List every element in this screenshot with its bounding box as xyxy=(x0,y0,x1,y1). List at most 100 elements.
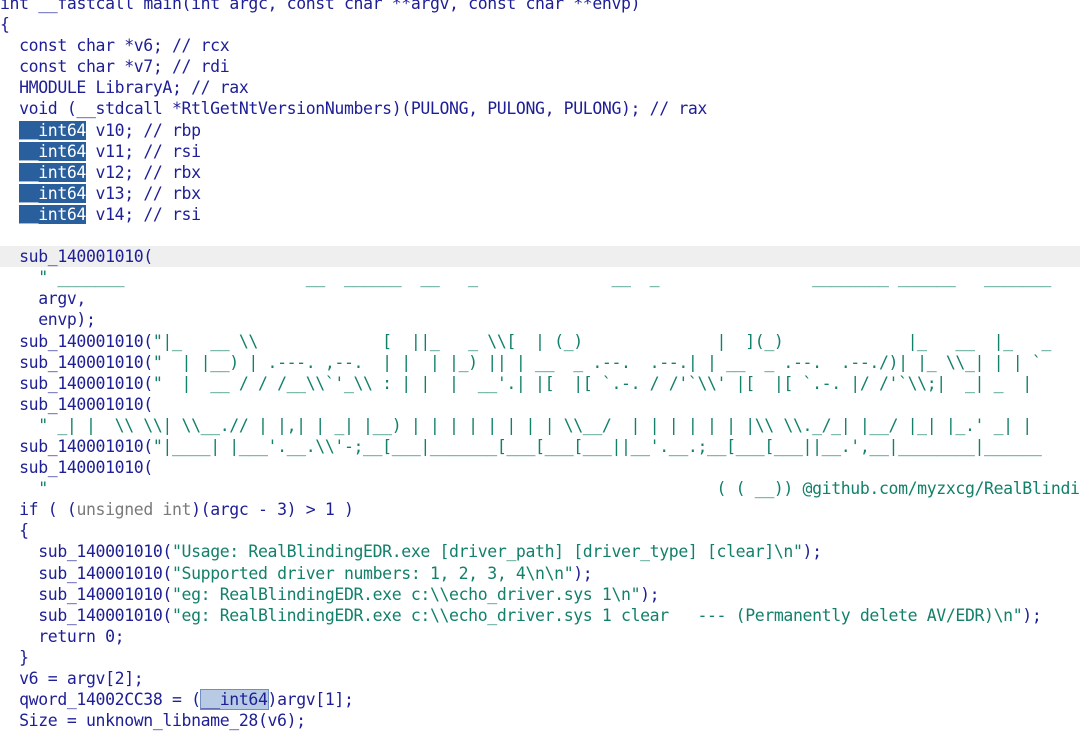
code-line[interactable]: sub_140001010( xyxy=(0,394,1080,415)
code-token[interactable]: { xyxy=(0,521,29,540)
code-token[interactable]: const char *v6; // rcx xyxy=(0,36,230,55)
code-token[interactable] xyxy=(0,142,19,161)
code-line[interactable]: sub_140001010(" | __ / / /__\\`'_\\ : | … xyxy=(0,373,1080,394)
code-token[interactable]: ); xyxy=(803,542,822,561)
code-line[interactable]: __int64 v11; // rsi xyxy=(0,141,1080,162)
code-token[interactable] xyxy=(0,184,19,203)
highlighted-token[interactable]: __int64 xyxy=(19,141,86,161)
code-token[interactable]: sub_140001010( xyxy=(0,332,153,351)
code-line[interactable]: qword_14002CC38 = (__int64)argv[1]; xyxy=(0,689,1080,711)
code-token[interactable]: { xyxy=(0,15,10,34)
code-line[interactable]: sub_140001010( xyxy=(0,246,1080,268)
code-line[interactable]: HMODULE LibraryA; // rax xyxy=(0,77,1080,98)
string-literal[interactable]: " _| | \\ \\| \\__.// | |,| | _| |__) | … xyxy=(0,416,1032,435)
code-token[interactable]: sub_140001010( xyxy=(0,564,172,583)
highlighted-token[interactable]: __int64 xyxy=(19,204,86,224)
highlighted-token[interactable]: __int64 xyxy=(19,120,86,140)
code-line[interactable]: sub_140001010("eg: RealBlindingEDR.exe c… xyxy=(0,584,1080,605)
code-line[interactable]: const char *v6; // rcx xyxy=(0,35,1080,56)
code-token[interactable]: ); xyxy=(573,564,592,583)
highlighted-token[interactable]: __int64 xyxy=(19,183,86,203)
code-token[interactable]: if ( ( xyxy=(0,500,77,519)
string-literal[interactable]: "Supported driver numbers: 1, 2, 3, 4\n\… xyxy=(172,564,574,583)
string-literal[interactable]: " | |__) | .---. ,--. | | | |_) || | __ … xyxy=(153,353,1042,372)
code-editor[interactable]: int __fastcall main(int argc, const char… xyxy=(0,0,1080,737)
code-line[interactable]: sub_140001010("|_ __ \\ [ ||_ _ \\[ | (_… xyxy=(0,331,1080,352)
code-token[interactable]: sub_140001010( xyxy=(0,585,172,604)
code-token[interactable]: v13; // rbx xyxy=(86,184,201,203)
string-literal[interactable]: "|____| |___'.__.\\'-;__[___|_______[___… xyxy=(153,437,1042,456)
code-line[interactable]: { xyxy=(0,14,1080,35)
string-literal[interactable]: "Usage: RealBlindingEDR.exe [driver_path… xyxy=(172,542,803,561)
code-line[interactable]: v6 = argv[2]; xyxy=(0,668,1080,689)
code-token[interactable]: v6 = argv[2]; xyxy=(0,669,144,688)
string-literal[interactable]: "eg: RealBlindingEDR.exe c:\\echo_driver… xyxy=(172,606,1023,625)
code-token[interactable]: int xyxy=(191,0,220,13)
code-token[interactable]: sub_140001010( xyxy=(0,458,153,477)
string-literal[interactable]: " _______ __ ______ __ _ __ _ ________ _… xyxy=(0,268,1051,287)
string-literal[interactable]: "eg: RealBlindingEDR.exe c:\\echo_driver… xyxy=(172,585,641,604)
code-line[interactable]: sub_140001010("|____| |___'.__.\\'-;__[_… xyxy=(0,436,1080,457)
code-token[interactable]: argc, const char **argv, const char **en… xyxy=(220,0,640,13)
string-literal[interactable]: ( ( __)) @github.com/myzxcg/RealBlinding… xyxy=(48,479,1080,498)
code-token[interactable]: sub_140001010( xyxy=(0,247,153,266)
code-token[interactable]: return 0; xyxy=(0,627,124,646)
code-line[interactable]: sub_140001010("Usage: RealBlindingEDR.ex… xyxy=(0,541,1080,562)
code-token[interactable]: envp); xyxy=(0,310,96,329)
code-line[interactable]: const char *v7; // rdi xyxy=(0,56,1080,77)
highlighted-token[interactable]: __int64 xyxy=(199,689,269,711)
code-token[interactable]: void (__stdcall *RtlGetNtVersionNumbers)… xyxy=(0,99,707,118)
code-token[interactable]: unsigned int xyxy=(76,500,191,519)
code-token[interactable]: } xyxy=(0,648,29,667)
code-line[interactable]: void (__stdcall *RtlGetNtVersionNumbers)… xyxy=(0,98,1080,119)
code-token[interactable] xyxy=(0,121,19,140)
code-token[interactable]: v12; // rbx xyxy=(86,163,201,182)
code-token[interactable]: Size = unknown_libname_28(v6); xyxy=(0,711,306,730)
code-line[interactable] xyxy=(0,225,1080,246)
highlighted-token[interactable]: __int64 xyxy=(19,162,86,182)
string-literal[interactable]: " | __ / / /__\\`'_\\ : | | | __'.| |[ |… xyxy=(153,374,1032,393)
code-token[interactable]: )argv[1]; xyxy=(268,690,354,709)
code-token[interactable]: sub_140001010( xyxy=(0,437,153,456)
code-line[interactable]: int __fastcall main(int argc, const char… xyxy=(0,0,1080,14)
code-token[interactable]: ); xyxy=(640,585,659,604)
code-token[interactable]: int xyxy=(0,0,29,13)
code-line[interactable]: } xyxy=(0,647,1080,668)
code-line[interactable]: if ( (unsigned int)(argc - 3) > 1 ) xyxy=(0,499,1080,520)
code-line[interactable]: " _______ __ ______ __ _ __ _ ________ _… xyxy=(0,267,1080,288)
code-token[interactable]: const char *v7; // rdi xyxy=(0,57,230,76)
code-line[interactable]: return 0; xyxy=(0,626,1080,647)
code-token[interactable]: v11; // rsi xyxy=(86,142,201,161)
code-line[interactable]: Size = unknown_libname_28(v6); xyxy=(0,710,1080,731)
code-line[interactable]: envp); xyxy=(0,309,1080,330)
code-token[interactable]: sub_140001010( xyxy=(0,374,153,393)
string-literal[interactable]: " xyxy=(0,479,48,498)
code-line[interactable]: sub_140001010("Supported driver numbers:… xyxy=(0,563,1080,584)
code-line[interactable]: __int64 v10; // rbp xyxy=(0,120,1080,141)
code-token[interactable]: sub_140001010( xyxy=(0,606,172,625)
code-token[interactable]: v10; // rbp xyxy=(86,121,201,140)
code-line[interactable]: sub_140001010("eg: RealBlindingEDR.exe c… xyxy=(0,605,1080,626)
code-line[interactable]: { xyxy=(0,520,1080,541)
code-line[interactable]: " ( ( __)) @github.com/myzxcg/RealBlindi… xyxy=(0,478,1080,499)
code-line[interactable]: __int64 v13; // rbx xyxy=(0,183,1080,204)
code-line[interactable]: argv, xyxy=(0,288,1080,309)
code-token[interactable]: sub_140001010( xyxy=(0,353,153,372)
string-literal[interactable]: "|_ __ \\ [ ||_ _ \\[ | (_) | ](_) |_ __… xyxy=(153,332,1051,351)
code-token[interactable]: )(argc - 3) > 1 ) xyxy=(191,500,354,519)
code-token[interactable]: v14; // rsi xyxy=(86,205,201,224)
code-token[interactable]: __fastcall main( xyxy=(29,0,191,13)
code-token[interactable]: HMODULE LibraryA; // rax xyxy=(0,78,249,97)
code-line[interactable]: sub_140001010(" | |__) | .---. ,--. | | … xyxy=(0,352,1080,373)
code-token[interactable]: ); xyxy=(1022,606,1041,625)
code-token[interactable]: sub_140001010( xyxy=(0,395,153,414)
code-token[interactable] xyxy=(0,163,19,182)
code-token[interactable]: sub_140001010( xyxy=(0,542,172,561)
code-line[interactable]: __int64 v12; // rbx xyxy=(0,162,1080,183)
code-token[interactable] xyxy=(0,226,10,245)
code-line[interactable]: " _| | \\ \\| \\__.// | |,| | _| |__) | … xyxy=(0,415,1080,436)
code-token[interactable]: argv, xyxy=(0,289,86,308)
code-line[interactable]: __int64 v14; // rsi xyxy=(0,204,1080,225)
code-line[interactable]: sub_140001010( xyxy=(0,457,1080,478)
code-token[interactable]: qword_14002CC38 = ( xyxy=(0,690,201,709)
